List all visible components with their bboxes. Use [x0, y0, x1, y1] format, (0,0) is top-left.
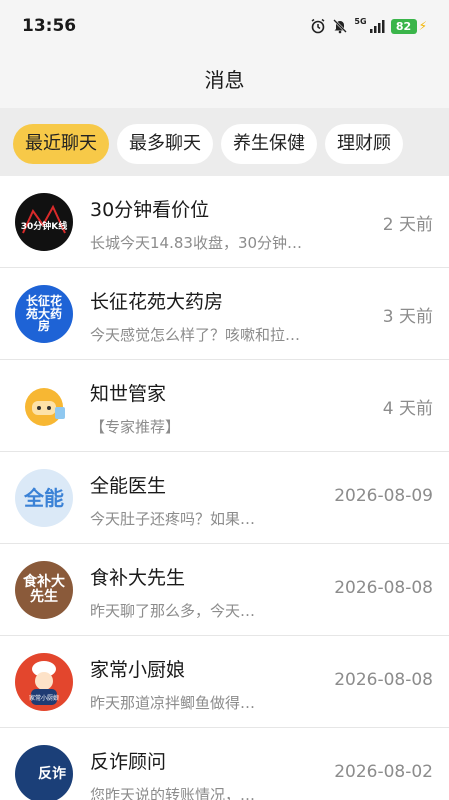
chat-time: 2026-08-08	[334, 578, 433, 598]
chat-name: 反诈顾问	[90, 751, 167, 773]
mascot-icon	[25, 388, 65, 426]
avatar	[15, 377, 73, 435]
tab-recent[interactable]: 最近聊天	[13, 124, 109, 164]
chat-item-30min[interactable]: 30分钟K线 30分钟看价位 长城今天14.83收盘，30分钟… 2 天前	[0, 176, 449, 268]
chat-time: 3 天前	[382, 307, 433, 327]
chat-preview: 今天肚子还疼吗？如果…	[90, 510, 256, 528]
kline-logo-icon: 30分钟K线	[21, 204, 68, 234]
chat-time: 2026-08-09	[334, 486, 433, 506]
avatar-text: 反诈	[38, 765, 66, 782]
avatar: 30分钟K线	[15, 193, 73, 251]
chat-name: 30分钟看价位	[90, 199, 210, 221]
avatar: 全能	[15, 469, 73, 527]
status-bar: 13:56 5G 82 ⚡	[0, 0, 449, 56]
network-type: 5G	[354, 17, 367, 26]
charging-icon: ⚡	[418, 19, 427, 33]
chat-item-doctor[interactable]: 全能 全能医生 今天肚子还疼吗？如果… 2026-08-09	[0, 452, 449, 544]
alarm-icon	[311, 18, 325, 34]
avatar-text: 家常小厨娘	[29, 694, 59, 702]
chat-name: 家常小厨娘	[90, 659, 186, 681]
chat-name: 全能医生	[90, 475, 167, 497]
chat-time: 2026-08-08	[334, 670, 433, 690]
avatar-text: 全能	[24, 485, 64, 510]
status-time: 13:56	[22, 16, 77, 36]
avatar-text: 长征花苑大药房	[25, 294, 62, 334]
chat-list: 30分钟K线 30分钟看价位 长城今天14.83收盘，30分钟… 2 天前 长征…	[0, 176, 449, 800]
status-icons: 5G 82 ⚡	[310, 16, 427, 36]
avatar-text: 食补大先生	[23, 574, 65, 605]
mute-bell-icon	[333, 19, 348, 34]
avatar: 反诈	[15, 745, 73, 800]
chat-item-diet[interactable]: 食补大先生 食补大先生 昨天聊了那么多，今天… 2026-08-08	[0, 544, 449, 636]
chat-preview: 昨天聊了那么多，今天…	[90, 602, 256, 620]
page-title: 消息	[204, 68, 245, 92]
chat-preview: 您昨天说的转账情况，…	[90, 786, 256, 800]
category-tabs: 最近聊天 最多聊天 养生保健 理财顾	[0, 108, 449, 176]
tab-health[interactable]: 养生保健	[221, 124, 317, 164]
chat-name: 知世管家	[90, 383, 167, 405]
chat-time: 2026-08-02	[334, 762, 433, 782]
tab-most[interactable]: 最多聊天	[117, 124, 213, 164]
battery-level: 82	[390, 18, 417, 34]
chat-preview: 【专家推荐】	[90, 418, 181, 436]
chat-item-cook[interactable]: 家常小厨娘 家常小厨娘 昨天那道凉拌鲫鱼做得… 2026-08-08	[0, 636, 449, 728]
chat-name: 长征花苑大药房	[90, 291, 224, 313]
battery-indicator: 82 ⚡	[390, 18, 427, 34]
avatar: 长征花苑大药房	[15, 285, 73, 343]
chat-preview: 长城今天14.83收盘，30分钟…	[90, 234, 303, 252]
chef-icon: 家常小厨娘	[29, 661, 59, 705]
avatar: 食补大先生	[15, 561, 73, 619]
chat-time: 4 天前	[382, 399, 433, 419]
avatar-text: 30分钟K线	[21, 220, 68, 232]
chat-item-pharmacy[interactable]: 长征花苑大药房 长征花苑大药房 今天感觉怎么样了？咳嗽和拉… 3 天前	[0, 268, 449, 360]
signal-icon	[369, 20, 385, 33]
tab-finance[interactable]: 理财顾	[325, 124, 403, 164]
chat-preview: 今天感觉怎么样了？咳嗽和拉…	[90, 326, 301, 344]
chat-preview: 昨天那道凉拌鲫鱼做得…	[90, 694, 256, 712]
chat-name: 食补大先生	[90, 567, 186, 589]
chat-time: 2 天前	[382, 215, 433, 235]
avatar: 家常小厨娘	[15, 653, 73, 711]
chat-item-butler[interactable]: 知世管家 【专家推荐】 4 天前	[0, 360, 449, 452]
chat-item-antifraud[interactable]: 反诈 反诈顾问 您昨天说的转账情况，… 2026-08-02	[0, 728, 449, 800]
